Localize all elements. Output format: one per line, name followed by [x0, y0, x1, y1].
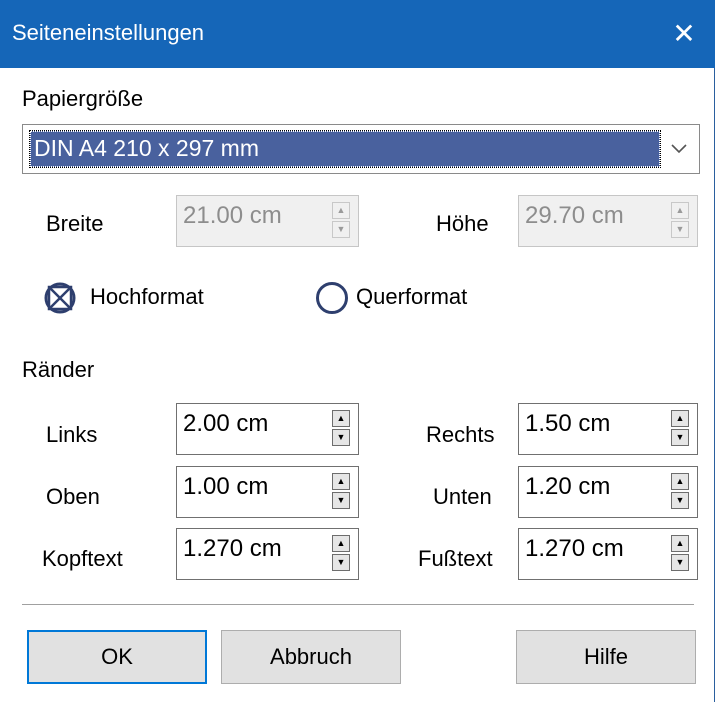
margins-label: Ränder [22, 357, 95, 382]
radio-unchecked-icon [316, 282, 348, 314]
bottom-margin-value: 1.20 cm [525, 473, 611, 500]
spin-up-icon[interactable]: ▲ [671, 473, 689, 490]
help-button[interactable]: Hilfe [516, 630, 696, 684]
spin-up-icon[interactable]: ▲ [671, 410, 689, 427]
spin-down-icon[interactable]: ▼ [332, 492, 350, 509]
spin-up-icon[interactable]: ▲ [671, 535, 689, 552]
footer-margin-value: 1.270 cm [525, 535, 624, 562]
spin-up-icon[interactable]: ▲ [332, 473, 350, 490]
spin-down-icon[interactable]: ▼ [332, 221, 350, 238]
radio-checked-icon [44, 282, 76, 314]
left-margin-label: Links [46, 422, 98, 447]
footer-margin-label: Fußtext [418, 546, 493, 571]
width-label: Breite [46, 211, 104, 236]
top-margin-spinner[interactable]: 1.00 cm ▲ ▼ [176, 466, 359, 518]
left-margin-value: 2.00 cm [183, 410, 269, 437]
spin-down-icon[interactable]: ▼ [671, 429, 689, 446]
spin-down-icon[interactable]: ▼ [671, 492, 689, 509]
spin-up-icon[interactable]: ▲ [332, 535, 350, 552]
spin-down-icon[interactable]: ▼ [671, 221, 689, 238]
dialog-title: Seiteneinstellungen [12, 20, 205, 45]
divider [22, 604, 694, 605]
spin-up-icon[interactable]: ▲ [671, 202, 689, 219]
top-margin-label: Oben [46, 484, 100, 509]
paper-size-value: DIN A4 210 x 297 mm [29, 130, 661, 168]
top-margin-value: 1.00 cm [183, 473, 269, 500]
portrait-radio[interactable]: Hochformat [44, 282, 244, 318]
height-spinner[interactable]: 29.70 cm ▲ ▼ [518, 195, 698, 247]
landscape-radio[interactable]: Querformat [316, 282, 516, 318]
right-margin-label: Rechts [426, 422, 495, 447]
width-value: 21.00 cm [183, 202, 282, 229]
footer-margin-spinner[interactable]: 1.270 cm ▲ ▼ [518, 528, 698, 580]
height-value: 29.70 cm [525, 202, 624, 229]
chevron-down-icon[interactable] [663, 133, 695, 165]
right-margin-spinner[interactable]: 1.50 cm ▲ ▼ [518, 403, 698, 455]
width-spinner[interactable]: 21.00 cm ▲ ▼ [176, 195, 359, 247]
close-icon: ✕ [672, 17, 696, 49]
spin-down-icon[interactable]: ▼ [332, 429, 350, 446]
paper-size-select[interactable]: DIN A4 210 x 297 mm [22, 124, 700, 174]
page-setup-dialog: Seiteneinstellungen ✕ Papiergröße DIN A4… [0, 0, 715, 702]
spin-up-icon[interactable]: ▲ [332, 202, 350, 219]
landscape-label: Querformat [356, 284, 468, 309]
header-margin-spinner[interactable]: 1.270 cm ▲ ▼ [176, 528, 359, 580]
header-margin-value: 1.270 cm [183, 535, 282, 562]
portrait-label: Hochformat [90, 284, 204, 309]
bottom-margin-spinner[interactable]: 1.20 cm ▲ ▼ [518, 466, 698, 518]
spin-down-icon[interactable]: ▼ [671, 554, 689, 571]
height-label: Höhe [436, 211, 489, 236]
header-margin-label: Kopftext [42, 546, 123, 571]
title-bar: Seiteneinstellungen ✕ [0, 0, 715, 68]
close-button[interactable]: ✕ [661, 10, 707, 56]
spin-down-icon[interactable]: ▼ [332, 554, 350, 571]
ok-button[interactable]: OK [27, 630, 207, 684]
spin-up-icon[interactable]: ▲ [332, 410, 350, 427]
right-margin-value: 1.50 cm [525, 410, 611, 437]
left-margin-spinner[interactable]: 2.00 cm ▲ ▼ [176, 403, 359, 455]
paper-size-label: Papiergröße [22, 86, 144, 111]
cancel-button[interactable]: Abbruch [221, 630, 401, 684]
bottom-margin-label: Unten [433, 484, 492, 509]
